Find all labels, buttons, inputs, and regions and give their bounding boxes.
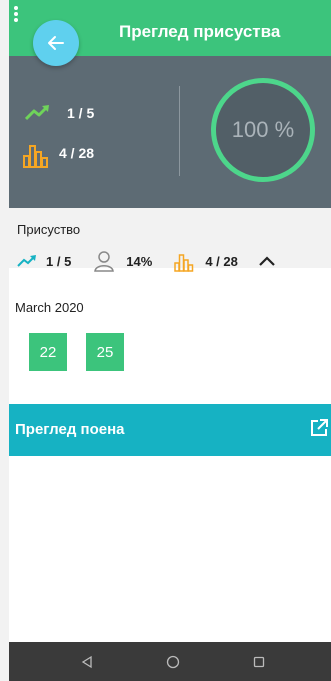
calendar-day[interactable]: 25 [86,333,124,371]
summary-attendance-value: 4 / 28 [59,145,95,161]
person-icon [94,251,115,272]
page-title: Преглед присуства [119,22,281,41]
attendance-count: 4 / 28 [205,253,238,269]
percent-value: 100 % [231,117,295,142]
bar-chart-icon [174,254,194,272]
nav-home-button[interactable] [163,652,183,672]
points-header[interactable]: Преглед поена [9,404,331,456]
chevron-up-icon[interactable] [258,255,276,267]
summary-panel: 1 / 5 4 / 28 100 % [9,56,331,208]
attendance-trend: 1 / 5 [46,253,72,269]
absent-percent: 14% [126,253,153,269]
percent-ring: 100 % [211,78,315,182]
screen-edge [0,0,9,681]
trending-up-icon [17,255,36,267]
attendance-stats: 1 / 5 14% 4 / 28 [17,250,276,272]
points-title: Преглед поена [15,421,125,438]
circle-home-icon [166,655,180,669]
calendar-month: March 2020 [15,300,84,315]
arrow-left-icon [48,36,64,50]
summary-divider [179,86,180,176]
nav-recents-button[interactable] [249,652,269,672]
summary-trend-value: 1 / 5 [67,105,95,121]
attendance-section: Присуство 1 / 5 14% 4 / 28 [9,208,331,272]
trending-up-icon [25,105,49,121]
bar-chart-icon [23,145,48,168]
square-recents-icon [253,656,265,668]
summary-attendance: 4 / 28 [23,138,94,168]
section-title: Присуство [17,222,81,237]
calendar-day[interactable]: 22 [29,333,67,371]
back-button[interactable] [33,20,79,66]
open-external-icon[interactable] [309,418,329,438]
nav-back-button[interactable] [77,652,97,672]
system-nav-bar [9,642,331,681]
triangle-back-icon [81,655,92,669]
summary-trend: 1 / 5 [25,104,94,122]
overflow-menu-icon[interactable] [12,4,20,26]
